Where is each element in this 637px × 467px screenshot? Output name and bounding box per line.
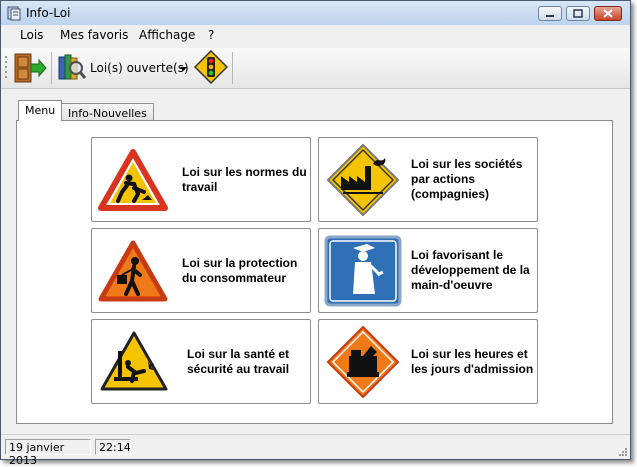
maximize-icon [573, 9, 583, 18]
falling-worker-icon [100, 331, 168, 391]
worker-warning-icon [98, 149, 168, 211]
minimize-icon [546, 15, 554, 17]
close-icon [603, 9, 613, 18]
toolbar-separator [51, 52, 52, 84]
law-heures-admission-label: Loi sur les heures et les jours d'admiss… [411, 347, 534, 376]
books-search-icon [58, 54, 87, 80]
law-protection-consommateur-button[interactable]: Loi sur la protection du consommateur [91, 228, 311, 313]
toolbar-separator [232, 52, 233, 84]
maximize-button[interactable] [566, 6, 590, 21]
tab-menu[interactable]: Menu [18, 100, 63, 121]
law-societes-actions-button[interactable]: Loi sur les sociétés par actions (compag… [318, 137, 538, 222]
law-normes-travail-label: Loi sur les normes du travail [182, 165, 307, 194]
window-title: Info-Loi [26, 6, 71, 20]
open-laws-dropdown[interactable]: Loi(s) ouverte(s) [56, 50, 191, 86]
app-book-icon [7, 6, 21, 21]
exit-door-icon [14, 53, 47, 83]
menu-affichage[interactable]: Affichage [139, 28, 195, 42]
tab-info-nouvelles[interactable]: Info-Nouvelles [61, 103, 154, 121]
close-button[interactable] [594, 6, 622, 21]
menu-mes-favoris[interactable]: Mes favoris [60, 28, 128, 42]
law-sante-securite-button[interactable]: Loi sur la santé et sécurité au travail [91, 319, 311, 404]
status-date: 19 janvier 2013 [5, 439, 91, 467]
tab-menu-label: Menu [25, 104, 56, 117]
title-bar[interactable]: Info-Loi [1, 1, 630, 26]
law-normes-travail-button[interactable]: Loi sur les normes du travail [91, 137, 311, 222]
status-bar: 19 janvier 2013 22:14 [1, 434, 630, 467]
law-main-oeuvre-label: Loi favorisant le développement de la ma… [411, 248, 530, 292]
law-main-oeuvre-button[interactable]: Loi favorisant le développement de la ma… [318, 228, 538, 313]
minimize-button[interactable] [538, 6, 562, 21]
open-laws-label: Loi(s) ouverte(s) [90, 61, 189, 75]
graduate-icon [324, 235, 402, 307]
shopper-warning-icon [98, 240, 168, 302]
menu-tab-panel: Loi sur les normes du travail Loi sur le… [16, 120, 613, 424]
traffic-light-icon [193, 49, 229, 85]
toolbar: Loi(s) ouverte(s) [1, 48, 630, 89]
law-sante-securite-label: Loi sur la santé et sécurité au travail [187, 347, 290, 376]
status-time: 22:14 [95, 439, 131, 455]
resize-grip-icon[interactable] [617, 446, 627, 456]
law-heures-admission-button[interactable]: Loi sur les heures et les jours d'admiss… [318, 319, 538, 404]
app-window: Info-Loi Lois Mes favoris Affichage ? Lo… [0, 0, 631, 467]
menu-lois[interactable]: Lois [20, 28, 43, 42]
law-societes-actions-label: Loi sur les sociétés par actions (compag… [411, 157, 523, 201]
toolbar-grip[interactable] [4, 52, 8, 84]
law-protection-consommateur-label: Loi sur la protection du consommateur [182, 256, 298, 285]
cash-register-icon [326, 325, 400, 399]
traffic-light-button[interactable] [193, 49, 229, 86]
exit-button[interactable] [11, 51, 47, 85]
tab-info-nouvelles-label: Info-Nouvelles [68, 107, 147, 120]
factory-icon [326, 143, 400, 217]
menu-bar: Lois Mes favoris Affichage ? [1, 25, 630, 47]
chevron-down-icon [180, 67, 187, 71]
menu-help[interactable]: ? [208, 28, 214, 42]
